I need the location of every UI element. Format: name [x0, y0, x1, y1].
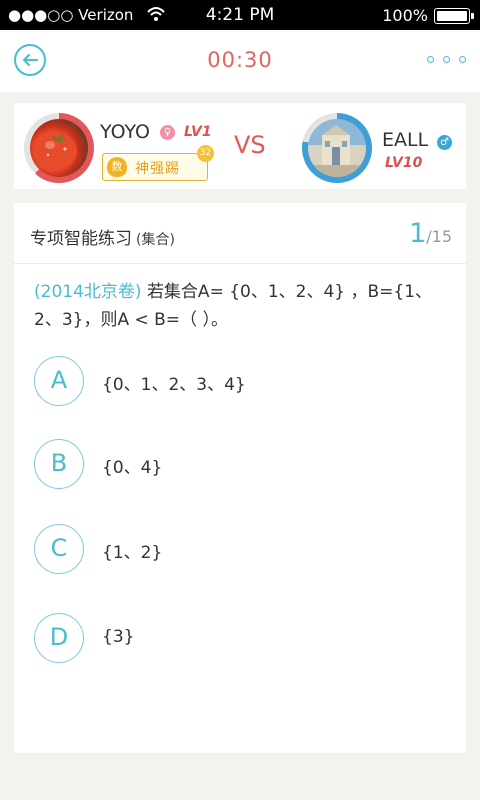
dot-icon: [443, 56, 450, 63]
total-questions: /15: [426, 227, 452, 246]
option-text[interactable]: {0、4}: [102, 453, 162, 478]
category-label: 专项智能练习: [30, 229, 132, 249]
option-b[interactable]: B {0、4}: [34, 439, 454, 489]
shield-icon: 数: [107, 157, 127, 177]
option-text[interactable]: {3}: [102, 627, 134, 647]
versus-panel: YOYO ♀ LV1 数 神强踢 32 VS EALL ♂ LV10: [14, 103, 466, 189]
current-question-number: 1: [409, 218, 427, 249]
title-badge: 数 神强踢 32: [102, 145, 214, 181]
dot-icon: [459, 56, 466, 63]
title-badge-count: 32: [197, 145, 214, 162]
dot-icon: [427, 56, 434, 63]
right-player-name: EALL: [382, 129, 429, 151]
option-letter[interactable]: C: [34, 524, 84, 574]
male-icon: ♂: [437, 135, 452, 150]
question-card: 专项智能练习 (集合) 1/15 (2014北京卷) 若集合A= {0、1、2、4…: [14, 203, 466, 753]
option-letter[interactable]: B: [34, 439, 84, 489]
title-badge-text: 神强踢: [135, 161, 180, 177]
option-text[interactable]: {0、1、2、3、4}: [102, 370, 246, 395]
question-text: (2014北京卷) 若集合A= {0、1、2、4} ，B={1、2、3}，则A …: [34, 278, 454, 334]
option-text[interactable]: {1、2}: [102, 538, 162, 563]
countdown-timer: 00:30: [207, 48, 273, 72]
left-player-name: YOYO: [100, 121, 151, 143]
left-player-avatar-ring: [24, 113, 94, 183]
option-c[interactable]: C {1、2}: [34, 524, 454, 574]
question-header: 专项智能练习 (集合) 1/15: [14, 203, 466, 264]
option-letter[interactable]: A: [34, 356, 84, 406]
top-bar: 00:30: [0, 30, 480, 92]
option-a[interactable]: A {0、1、2、3、4}: [34, 356, 454, 406]
battery-percent: 100%: [382, 6, 428, 25]
female-icon: ♀: [160, 125, 175, 140]
vs-label: VS: [234, 131, 266, 159]
more-options-button[interactable]: [427, 56, 466, 63]
status-bar: ●●●○○ Verizon 4:21 PM 100%: [0, 0, 480, 30]
building-avatar-icon: [308, 125, 366, 177]
subcategory-label: (集合): [136, 232, 175, 248]
left-player-avatar[interactable]: [30, 119, 88, 177]
battery-icon: [434, 8, 474, 24]
left-player-level: LV1: [184, 124, 212, 140]
right-player-avatar-ring: [302, 113, 372, 183]
option-d[interactable]: D {3}: [34, 613, 454, 663]
question-category: 专项智能练习 (集合): [30, 224, 175, 249]
option-letter[interactable]: D: [34, 613, 84, 663]
question-source: (2014北京卷): [34, 282, 142, 302]
question-progress: 1/15: [409, 218, 452, 249]
tomato-avatar-icon: [37, 133, 77, 169]
right-player-level: LV10: [385, 155, 423, 171]
right-player-avatar[interactable]: [308, 119, 366, 177]
